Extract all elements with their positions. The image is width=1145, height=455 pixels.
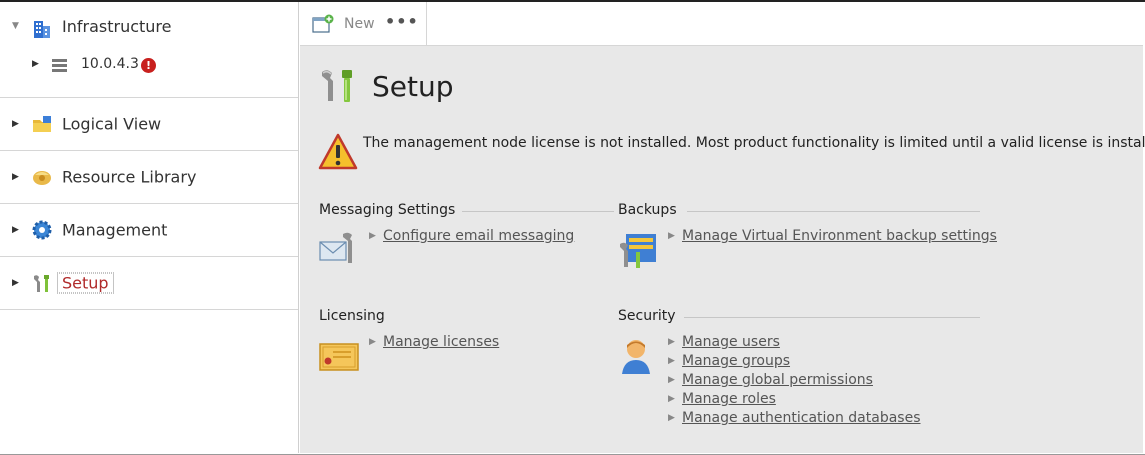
sidebar-section-setup: ▶ Setup [0,257,298,310]
configure-email-link[interactable]: Configure email messaging [383,228,574,244]
sidebar-item-label: Logical View [62,114,162,134]
license-certificate-icon [319,343,359,371]
expand-arrow-icon[interactable]: ▶ [32,59,39,69]
list-item: ▶ Manage licenses [369,334,499,353]
section-licensing: Licensing ▶ Manage licenses [319,308,595,378]
new-button[interactable]: New [312,12,375,36]
wrench-icon [34,275,49,292]
sidebar-section-management: ▶ Management [0,204,298,257]
expand-arrow-icon[interactable]: ▶ [12,119,19,129]
manage-users-link[interactable]: Manage users [682,334,780,350]
sidebar-section-resource-library: ▶ Resource Library [0,151,298,204]
list-item: ▶ Manage Virtual Environment backup setti… [668,228,997,247]
server-icon [52,59,67,72]
manage-global-permissions-link[interactable]: Manage global permissions [682,372,873,388]
new-window-icon [312,14,334,33]
bullet-arrow-icon: ▶ [369,231,376,241]
section-title: Backups [618,202,677,218]
bullet-arrow-icon: ▶ [668,394,675,404]
setup-wrench-icon [322,70,352,102]
sidebar-item-host[interactable]: ▶ 10.0.4.3 ! [0,54,298,78]
section-backups: Backups ▶ Manage Virtual Environment back… [618,202,997,272]
license-warning-text: The management node license is not insta… [363,135,1145,151]
links-list: ▶ Configure email messaging [369,228,574,247]
sidebar-item-management[interactable]: ▶ Management [0,204,298,256]
list-item: ▶ Manage groups [668,353,921,372]
bullet-arrow-icon: ▶ [668,231,675,241]
sidebar-item-label: Management [62,220,168,240]
host-label: 10.0.4.3 [81,56,139,72]
expand-arrow-icon[interactable]: ▶ [12,225,19,235]
new-button-label: New [344,16,375,32]
building-icon [34,21,50,38]
section-messaging-settings: Messaging Settings ▶ Configure email mess… [319,202,614,272]
list-item: ▶ Manage users [668,334,921,353]
section-title: Messaging Settings [319,202,456,218]
section-title: Licensing [319,308,385,324]
expand-arrow-icon[interactable]: ▼ [12,21,19,31]
folder-icon [33,116,51,132]
list-item: ▶ Configure email messaging [369,228,574,247]
sidebar-section-infrastructure: ▼ Infrastructure ▶ 10.0.4.3 ! [0,2,298,98]
bullet-arrow-icon: ▶ [668,337,675,347]
user-security-icon [622,340,650,374]
manage-roles-link[interactable]: Manage roles [682,391,776,407]
toolbar: New ••• [300,2,1143,46]
manage-groups-link[interactable]: Manage groups [682,353,790,369]
section-divider [462,211,614,212]
sidebar-item-setup[interactable]: ▶ Setup [0,257,298,309]
more-options-button[interactable]: ••• [385,12,419,31]
error-icon: ! [141,58,156,73]
list-item: ▶ Manage authentication databases [668,410,921,429]
sidebar-item-infrastructure[interactable]: ▼ Infrastructure [0,16,298,42]
manage-licenses-link[interactable]: Manage licenses [383,334,499,350]
main-content: New ••• Setup The management node licens… [300,2,1145,453]
expand-arrow-icon[interactable]: ▶ [12,278,19,288]
bullet-arrow-icon: ▶ [668,413,675,423]
links-list: ▶ Manage licenses [369,334,499,353]
sidebar-section-logical-view: ▶ Logical View [0,98,298,151]
links-list: ▶ Manage Virtual Environment backup setti… [668,228,997,247]
expand-arrow-icon[interactable]: ▶ [12,172,19,182]
bullet-arrow-icon: ▶ [668,375,675,385]
sidebar-item-label: Setup [57,272,114,294]
email-settings-icon [319,232,352,263]
warning-icon [318,133,358,170]
toolbar-divider [426,2,427,46]
manage-authentication-databases-link[interactable]: Manage authentication databases [682,410,921,426]
sidebar-item-label: Infrastructure [62,17,172,36]
backup-settings-icon [620,234,656,268]
section-divider [684,317,980,318]
section-divider [687,211,980,212]
sidebar-item-resource-library[interactable]: ▶ Resource Library [0,151,298,203]
sidebar-item-label: Resource Library [62,167,197,187]
list-item: ▶ Manage roles [668,391,921,410]
section-title: Security [618,308,676,324]
bullet-arrow-icon: ▶ [369,337,376,347]
sidebar: ▼ Infrastructure ▶ 10.0.4.3 ! ▶ Logical … [0,2,299,453]
library-icon [33,171,51,185]
list-item: ▶ Manage global permissions [668,372,921,391]
bullet-arrow-icon: ▶ [668,356,675,366]
section-security: Security ▶ Manage users ▶ Manage groups ▶ M… [618,308,980,438]
links-list: ▶ Manage users ▶ Manage groups ▶ Manage glo… [668,334,921,429]
manage-backup-settings-link[interactable]: Manage Virtual Environment backup settin… [682,228,997,244]
sidebar-item-logical-view[interactable]: ▶ Logical View [0,98,298,150]
gear-icon [32,220,52,240]
page-title: Setup [372,70,454,103]
